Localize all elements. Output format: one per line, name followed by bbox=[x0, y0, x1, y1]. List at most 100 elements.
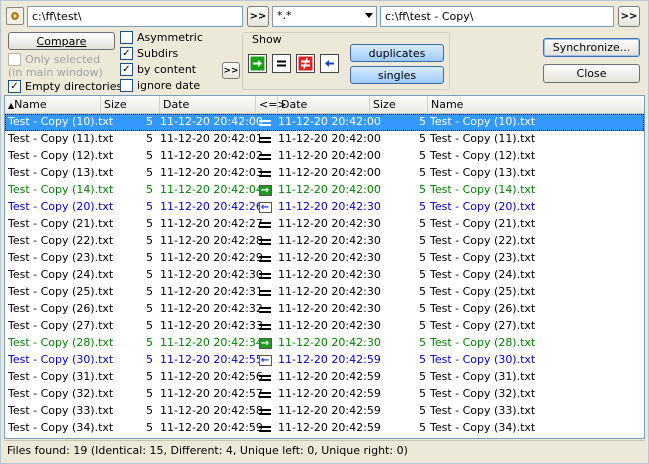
right-path-input[interactable]: c:\ff\test - Copy\ bbox=[380, 6, 614, 27]
right-name-cell: Test - Copy (31).txt bbox=[430, 370, 536, 383]
right-date-cell: 11-12-20 20:42:30 bbox=[278, 285, 381, 298]
left-date-cell: 11-12-20 20:42:32 bbox=[160, 302, 263, 315]
synchronize-button[interactable]: Synchronize... bbox=[543, 38, 640, 57]
table-row[interactable]: Test - Copy (32).txt 5 11-12-20 20:42:57 11… bbox=[5, 386, 644, 403]
table-row[interactable]: Test - Copy (22).txt 5 11-12-20 20:42:28 11… bbox=[5, 233, 644, 250]
comparison-list[interactable]: ▲Name Size Date <=> Date Size Name Test … bbox=[4, 95, 645, 439]
show-left-newer-icon[interactable] bbox=[248, 54, 267, 73]
right-date-cell: 11-12-20 20:42:59 bbox=[278, 421, 381, 434]
equal-icon bbox=[257, 148, 273, 165]
equal-icon-glyph bbox=[259, 374, 271, 381]
singles-button[interactable]: singles bbox=[350, 66, 444, 84]
right-name-cell: Test - Copy (34).txt bbox=[430, 421, 536, 434]
right-size-cell: 5 bbox=[419, 166, 426, 179]
left-date-cell: 11-12-20 20:42:30 bbox=[160, 268, 263, 281]
equal-icon bbox=[257, 216, 273, 233]
left-name-cell: Test - Copy (26).txt bbox=[8, 302, 114, 315]
equal-icon-glyph bbox=[259, 119, 271, 126]
left-browse-button[interactable]: >> bbox=[247, 6, 269, 27]
empty-directories-checkbox[interactable]: ✓ Empty directories bbox=[8, 80, 122, 93]
right-date-cell: 11-12-20 20:42:59 bbox=[278, 353, 381, 366]
table-row[interactable]: Test - Copy (24).txt 5 11-12-20 20:42:30 11… bbox=[5, 267, 644, 284]
left-path-input[interactable]: c:\ff\test\ bbox=[27, 6, 243, 27]
table-row[interactable]: Test - Copy (14).txt 5 11-12-20 20:42:04 11… bbox=[5, 182, 644, 199]
equal-icon-glyph bbox=[259, 238, 271, 245]
table-row[interactable]: Test - Copy (10).txt 5 11-12-20 20:42:00 11… bbox=[5, 114, 644, 131]
header-name-right[interactable]: Name bbox=[428, 96, 644, 114]
table-row[interactable]: Test - Copy (20).txt 5 11-12-20 20:42:26 11… bbox=[5, 199, 644, 216]
table-row[interactable]: Test - Copy (27).txt 5 11-12-20 20:42:33 11… bbox=[5, 318, 644, 335]
table-row[interactable]: Test - Copy (30).txt 5 11-12-20 20:42:55 11… bbox=[5, 352, 644, 369]
header-date-right[interactable]: Date bbox=[278, 96, 370, 114]
table-row[interactable]: Test - Copy (13).txt 5 11-12-20 20:42:03 11… bbox=[5, 165, 644, 182]
show-equal-icon[interactable] bbox=[272, 54, 291, 73]
asymmetric-checkbox[interactable]: Asymmetric bbox=[120, 31, 203, 44]
subdirs-checkbox[interactable]: ✓ Subdirs bbox=[120, 47, 178, 60]
right-name-cell: Test - Copy (14).txt bbox=[430, 183, 536, 196]
right-size-cell: 5 bbox=[419, 387, 426, 400]
left-size-cell: 5 bbox=[146, 268, 153, 281]
only-selected-checkbox[interactable]: Only selected bbox=[8, 53, 100, 66]
table-row[interactable]: Test - Copy (31).txt 5 11-12-20 20:42:56 11… bbox=[5, 369, 644, 386]
left-size-cell: 5 bbox=[146, 251, 153, 264]
expand-button[interactable]: >> bbox=[222, 62, 240, 79]
settings-icon[interactable] bbox=[6, 7, 24, 25]
show-right-newer-icon[interactable] bbox=[320, 54, 339, 73]
table-row[interactable]: Test - Copy (33).txt 5 11-12-20 20:42:58 11… bbox=[5, 403, 644, 420]
right-name-cell: Test - Copy (13).txt bbox=[430, 166, 536, 179]
by-content-checkbox[interactable]: ✓ by content bbox=[120, 63, 196, 76]
left-size-cell: 5 bbox=[146, 234, 153, 247]
table-row[interactable]: Test - Copy (25).txt 5 11-12-20 20:42:31 11… bbox=[5, 284, 644, 301]
header-name-left[interactable]: ▲Name bbox=[5, 96, 101, 114]
left-date-cell: 11-12-20 20:42:26 bbox=[160, 200, 263, 213]
table-row[interactable]: Test - Copy (23).txt 5 11-12-20 20:42:29 11… bbox=[5, 250, 644, 267]
table-row[interactable]: Test - Copy (34).txt 5 11-12-20 20:42:59 11… bbox=[5, 420, 644, 437]
right-browse-button[interactable]: >> bbox=[618, 6, 640, 27]
table-row[interactable]: Test - Copy (11).txt 5 11-12-20 20:42:01 11… bbox=[5, 131, 644, 148]
left-name-cell: Test - Copy (20).txt bbox=[8, 200, 114, 213]
compare-label: Compare bbox=[36, 34, 87, 48]
arrow-left-icon-glyph: ← bbox=[258, 355, 272, 366]
table-row[interactable]: Test - Copy (28).txt 5 11-12-20 20:42:34 11… bbox=[5, 335, 644, 352]
right-size-cell: 5 bbox=[419, 319, 426, 332]
equal-icon-glyph bbox=[259, 425, 271, 432]
right-date-cell: 11-12-20 20:42:30 bbox=[278, 200, 381, 213]
header-size-right[interactable]: Size bbox=[370, 96, 428, 114]
left-size-cell: 5 bbox=[146, 183, 153, 196]
right-date-cell: 11-12-20 20:42:00 bbox=[278, 115, 381, 128]
left-size-cell: 5 bbox=[146, 336, 153, 349]
left-size-cell: 5 bbox=[146, 302, 153, 315]
duplicates-button[interactable]: duplicates bbox=[350, 44, 444, 62]
right-size-cell: 5 bbox=[419, 234, 426, 247]
list-header: ▲Name Size Date <=> Date Size Name bbox=[5, 96, 644, 114]
equal-icon-glyph bbox=[259, 323, 271, 330]
ignore-date-label: ignore date bbox=[137, 79, 201, 92]
header-date-left[interactable]: Date bbox=[160, 96, 256, 114]
right-date-cell: 11-12-20 20:42:30 bbox=[278, 302, 381, 315]
left-date-cell: 11-12-20 20:42:03 bbox=[160, 166, 263, 179]
left-size-cell: 5 bbox=[146, 319, 153, 332]
right-size-cell: 5 bbox=[419, 302, 426, 315]
arrow-right-icon: → bbox=[257, 182, 273, 199]
left-size-cell: 5 bbox=[146, 387, 153, 400]
equal-icon-glyph bbox=[259, 153, 271, 160]
show-different-icon[interactable] bbox=[296, 54, 315, 73]
table-row[interactable]: Test - Copy (21).txt 5 11-12-20 20:42:27 11… bbox=[5, 216, 644, 233]
filter-select[interactable]: *.* bbox=[272, 6, 377, 27]
right-name-cell: Test - Copy (26).txt bbox=[430, 302, 536, 315]
header-size-left[interactable]: Size bbox=[101, 96, 160, 114]
ignore-date-checkbox[interactable]: ignore date bbox=[120, 79, 200, 92]
equal-icon-glyph bbox=[259, 272, 271, 279]
table-row[interactable]: Test - Copy (12).txt 5 11-12-20 20:42:02 11… bbox=[5, 148, 644, 165]
right-name-cell: Test - Copy (25).txt bbox=[430, 285, 536, 298]
check-icon: ✓ bbox=[120, 47, 133, 60]
close-button[interactable]: Close bbox=[543, 64, 640, 83]
right-size-cell: 5 bbox=[419, 200, 426, 213]
compare-button[interactable]: Compare bbox=[8, 32, 115, 50]
right-date-cell: 11-12-20 20:42:00 bbox=[278, 183, 381, 196]
empty-directories-label: Empty directories bbox=[25, 80, 123, 93]
left-size-cell: 5 bbox=[146, 370, 153, 383]
left-size-cell: 5 bbox=[146, 285, 153, 298]
header-compare[interactable]: <=> bbox=[256, 96, 287, 114]
table-row[interactable]: Test - Copy (26).txt 5 11-12-20 20:42:32 11… bbox=[5, 301, 644, 318]
